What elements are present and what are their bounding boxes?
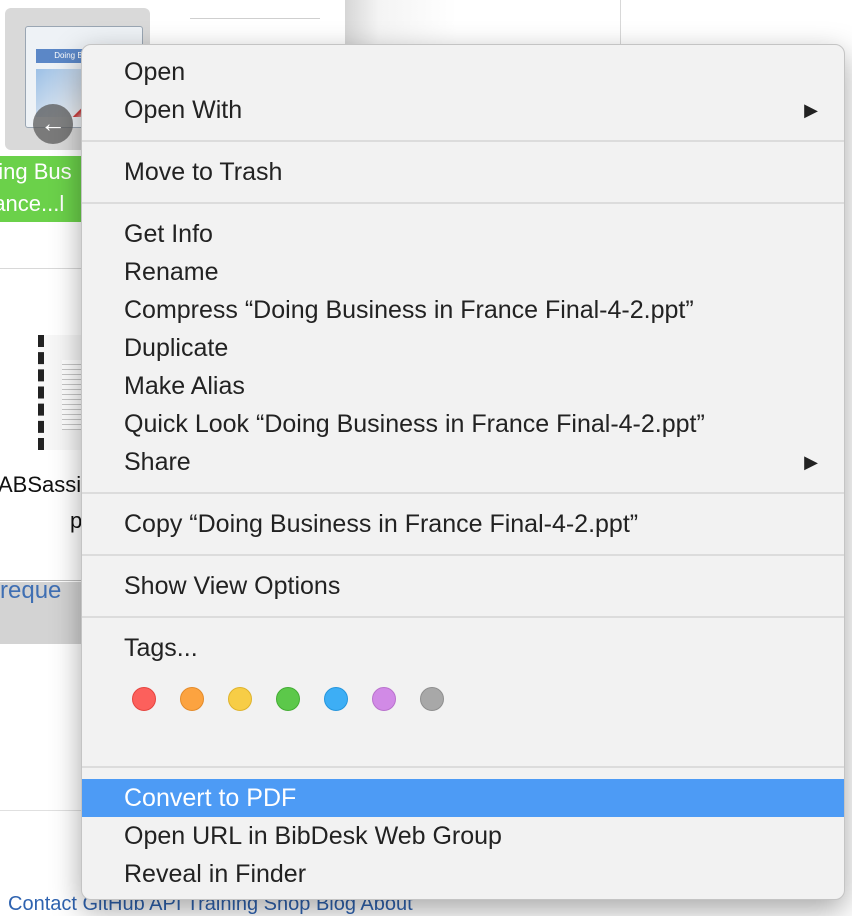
menu-item-rename[interactable]: Rename	[82, 253, 844, 291]
menu-item-copy-doing-business-in-france-final-4-2-ppt[interactable]: Copy “Doing Business in France Final-4-2…	[82, 505, 844, 543]
divider	[0, 810, 90, 811]
menu-separator	[82, 766, 844, 768]
menu-item-tags[interactable]: Tags...	[82, 629, 844, 667]
menu-item-move-to-trash[interactable]: Move to Trash	[82, 153, 844, 191]
tag-green-icon[interactable]	[276, 687, 300, 711]
menu-item-label: Open	[124, 58, 186, 86]
menu-item-label: Get Info	[124, 220, 213, 248]
menu-item-label: Make Alias	[124, 372, 245, 400]
menu-separator	[82, 140, 844, 142]
menu-item-label: Quick Look “Doing Business in France Fin…	[124, 410, 705, 438]
menu-item-label: Share	[124, 448, 191, 476]
menu-item-duplicate[interactable]: Duplicate	[82, 329, 844, 367]
divider	[620, 0, 621, 45]
menu-item-label: Tags...	[124, 634, 198, 662]
tag-purple-icon[interactable]	[372, 687, 396, 711]
menu-item-label: Open URL in BibDesk Web Group	[124, 822, 502, 850]
tag-yellow-icon[interactable]	[228, 687, 252, 711]
menu-item-get-info[interactable]: Get Info	[82, 215, 844, 253]
file-label[interactable]: ABSassi	[0, 472, 81, 498]
menu-item-label: Open With	[124, 96, 243, 124]
submenu-arrow-icon: ▶	[804, 452, 818, 472]
menu-item-label: Convert to PDF	[124, 784, 297, 812]
tag-gray-icon[interactable]	[420, 687, 444, 711]
menu-item-label: Copy “Doing Business in France Final-4-2…	[124, 510, 639, 538]
menu-item-convert-to-pdf[interactable]: Convert to PDF	[82, 779, 844, 817]
menu-item-label: Compress “Doing Business in France Final…	[124, 296, 694, 324]
menu-item-open-url-in-bibdesk-web-group[interactable]: Open URL in BibDesk Web Group	[82, 817, 844, 855]
menu-item-label: Rename	[124, 258, 219, 286]
submenu-arrow-icon: ▶	[804, 100, 818, 120]
menu-item-label: Show View Options	[124, 572, 341, 600]
menu-item-label: Duplicate	[124, 334, 229, 362]
tag-blue-icon[interactable]	[324, 687, 348, 711]
back-arrow-icon[interactable]: ←	[33, 104, 73, 144]
menu-item-reveal-in-finder[interactable]: Reveal in Finder	[82, 855, 844, 893]
link[interactable]: reque	[0, 577, 61, 605]
divider	[0, 268, 90, 269]
menu-item-quick-look-doing-business-in-france-final-4-2-ppt[interactable]: Quick Look “Doing Business in France Fin…	[82, 405, 844, 443]
menu-item-compress-doing-business-in-france-final-4-2-ppt[interactable]: Compress “Doing Business in France Final…	[82, 291, 844, 329]
menu-separator	[82, 616, 844, 618]
menu-item-open[interactable]: Open	[82, 53, 844, 91]
menu-separator	[82, 554, 844, 556]
menu-item-show-view-options[interactable]: Show View Options	[82, 567, 844, 605]
menu-item-label: Move to Trash	[124, 158, 283, 186]
tag-red-icon[interactable]	[132, 687, 156, 711]
menu-item-label: Reveal in Finder	[124, 860, 307, 888]
tag-orange-icon[interactable]	[180, 687, 204, 711]
menu-separator	[82, 492, 844, 494]
context-menu: Open Open With ▶ Move to Trash Get Info Renam…	[81, 44, 845, 900]
menu-item-make-alias[interactable]: Make Alias	[82, 367, 844, 405]
menu-item-share[interactable]: Share ▶	[82, 443, 844, 481]
menu-separator	[82, 202, 844, 204]
menu-item-open-with[interactable]: Open With ▶	[82, 91, 844, 129]
